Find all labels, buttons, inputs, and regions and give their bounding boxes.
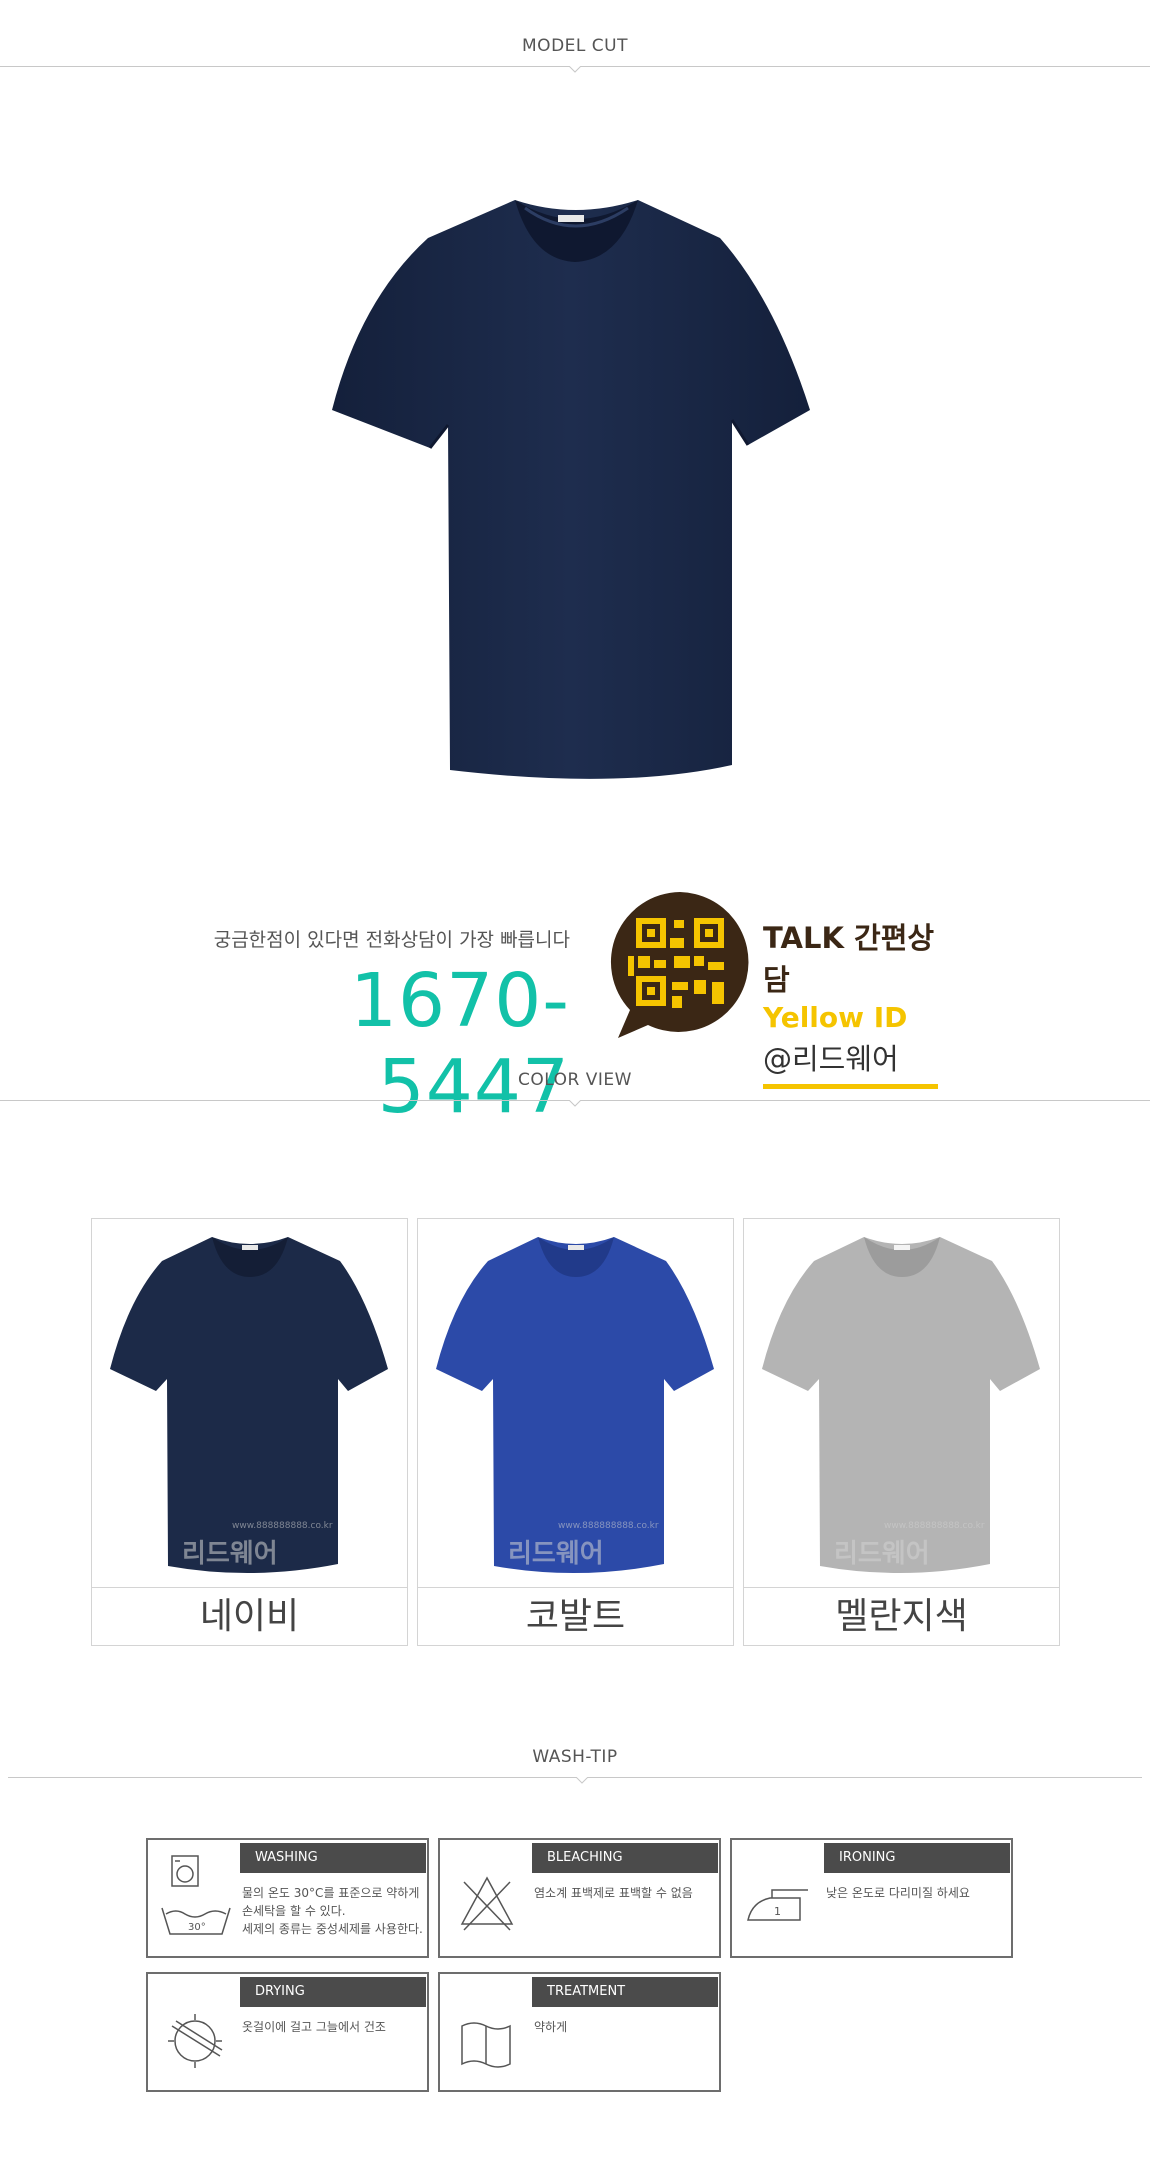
shirt-image [762,1237,1040,1574]
wash-card-treatment: TREATMENT 약하게 [438,1972,721,2092]
wash-card-bleaching: BLEACHING 염소계 표백제로 표백할 수 없음 [438,1838,721,1958]
wash-card-drying: DRYING 옷걸이에 걸고 그늘에서 건조 [146,1972,429,2092]
wash-description: 염소계 표백제로 표백할 수 없음 [534,1886,693,1900]
wash-card-ironing: 1 IRONING 낮은 온도로 다리미질 하세요 [730,1838,1013,1958]
wash-title: BLEACHING [532,1843,718,1873]
color-card[interactable]: www.888888888.co.kr 리드웨어 멜란지색 [743,1218,1060,1646]
wash-description: 옷걸이에 걸고 그늘에서 건조 [242,2020,386,2034]
svg-text:30°: 30° [188,1922,206,1933]
talk-title: TALK 간편상담 [763,921,935,997]
section-header-color-view: COLOR VIEW [0,1070,1150,1107]
section-header-wash-tip: WASH-TIP [0,1747,1150,1784]
watermark-url: www.888888888.co.kr [558,1521,659,1531]
qr-code-icon[interactable] [608,890,753,1040]
wash-title: TREATMENT [532,1977,718,2007]
color-option-list: www.888888888.co.kr 리드웨어 네이비 www.8888888… [91,1218,1061,1646]
phone-caption: 궁금한점이 있다면 전화상담이 가장 빠릅니다 [213,929,570,951]
wash-title: WASHING [240,1843,426,1873]
watermark-url: www.888888888.co.kr [232,1521,333,1531]
watermark-logo: 리드웨어 [182,1539,278,1569]
wash-card-washing: 30° WASHING 물의 온도 30°C를 표준으로 약하게 손세탁을 할 … [146,1838,429,1958]
washing-icon: 30° [161,1855,231,1935]
treatment-icon [461,2022,511,2068]
color-card[interactable]: www.888888888.co.kr 리드웨어 코발트 [417,1218,734,1646]
color-card[interactable]: www.888888888.co.kr 리드웨어 네이비 [91,1218,408,1646]
notch-icon [569,66,581,73]
iron-icon: 1 [747,1889,808,1921]
notch-icon [576,1777,588,1784]
notch-icon [569,1100,581,1107]
divider [8,1777,1142,1778]
wash-description: 약하게 [534,2020,568,2034]
wash-description: 물의 온도 30°C를 표준으로 약하게 손세탁을 할 수 있다. 세제의 종류… [242,1886,423,1936]
kakao-talk-block[interactable]: TALK 간편상담 Yellow ID @리드웨어 [763,915,943,1089]
section-title: WASH-TIP [532,1747,618,1767]
shade-dry-icon [168,2014,223,2068]
watermark-logo: 리드웨어 [508,1539,604,1569]
color-name: 코발트 [418,1587,733,1645]
phone-number[interactable]: 1670-5447 [170,958,570,1130]
section-title: MODEL CUT [522,36,628,56]
wash-title: IRONING [824,1843,1010,1873]
color-name: 네이비 [92,1587,407,1645]
wash-title: DRYING [240,1977,426,2007]
product-image [332,200,810,779]
no-bleach-icon [460,1876,514,1931]
wash-description: 낮은 온도로 다리미질 하세요 [826,1886,970,1900]
shirt-image [110,1237,388,1574]
color-name: 멜란지색 [744,1587,1059,1645]
shirt-image [436,1237,714,1574]
watermark-url: www.888888888.co.kr [884,1521,985,1531]
svg-text:1: 1 [774,1905,781,1918]
section-title: COLOR VIEW [518,1070,632,1090]
watermark-logo: 리드웨어 [834,1539,930,1569]
yellow-id-label: Yellow ID [763,1001,908,1034]
section-header-model-cut: MODEL CUT [0,36,1150,73]
